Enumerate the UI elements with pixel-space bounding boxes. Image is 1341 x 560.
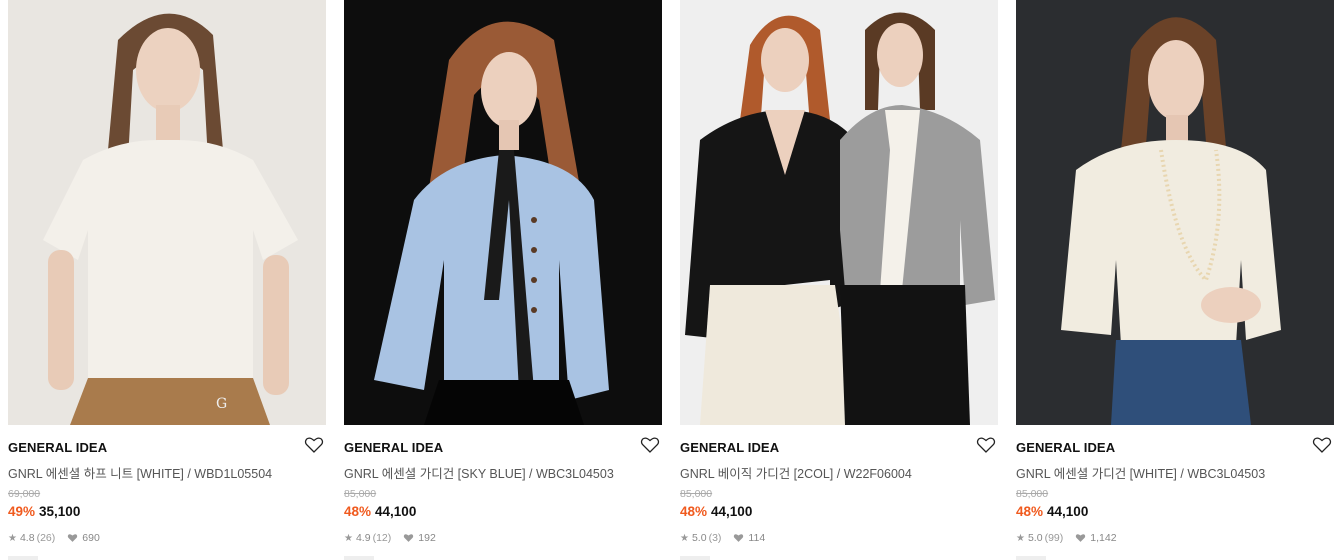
- product-name[interactable]: GNRL 에센셜 가디건 [WHITE] / WBC3L04503: [1016, 463, 1265, 482]
- review-count: (26): [36, 532, 56, 544]
- product-card[interactable]: G GENERAL IDEA GNRL 에센셜 하프 니트 [WHITE] / …: [8, 0, 326, 560]
- product-name[interactable]: GNRL 에센셜 하프 니트 [WHITE] / WBD1L05504: [8, 463, 272, 482]
- brand-name[interactable]: GENERAL IDEA: [1016, 440, 1115, 455]
- product-image[interactable]: [1016, 0, 1334, 425]
- like-count: 690: [82, 532, 100, 544]
- product-grid: G GENERAL IDEA GNRL 에센셜 하프 니트 [WHITE] / …: [0, 0, 1341, 560]
- tag-placeholder: [680, 556, 710, 560]
- product-card[interactable]: GENERAL IDEA GNRL 에센셜 가디건 [SKY BLUE] / W…: [344, 0, 662, 560]
- brand-name[interactable]: GENERAL IDEA: [344, 440, 443, 455]
- rating-value: 4.8: [19, 532, 35, 544]
- like-count: 192: [418, 532, 436, 544]
- wishlist-heart-icon[interactable]: [1312, 436, 1332, 454]
- product-meta: ★ 4.9 (12) 192: [344, 532, 436, 544]
- brand-name[interactable]: GENERAL IDEA: [680, 440, 779, 455]
- product-card[interactable]: GENERAL IDEA GNRL 베이직 가디건 [2COL] / W22F0…: [680, 0, 998, 560]
- product-meta: ★ 4.8 (26) 690: [8, 532, 100, 544]
- price-line: 48% 44,100: [1016, 504, 1088, 519]
- original-price: 85,000: [344, 488, 377, 500]
- star-icon: ★: [344, 532, 353, 544]
- rating-value: 5.0: [1027, 532, 1043, 544]
- product-name[interactable]: GNRL 에센셜 가디건 [SKY BLUE] / WBC3L04503: [344, 463, 614, 482]
- review-count: (3): [708, 532, 722, 544]
- price-line: 48% 44,100: [344, 504, 416, 519]
- brand-name[interactable]: GENERAL IDEA: [8, 440, 107, 455]
- product-meta: ★ 5.0 (99) 1,142: [1016, 532, 1117, 544]
- tag-placeholder: [1016, 556, 1046, 560]
- wishlist-heart-icon[interactable]: [640, 436, 660, 454]
- product-image[interactable]: [680, 0, 998, 425]
- review-count: (12): [372, 532, 392, 544]
- like-heart-icon: [68, 534, 78, 542]
- wishlist-heart-icon[interactable]: [304, 436, 324, 454]
- svg-text:G: G: [216, 396, 227, 412]
- sale-price: 44,100: [1047, 504, 1089, 519]
- price-line: 48% 44,100: [680, 504, 752, 519]
- product-image[interactable]: G: [8, 0, 326, 425]
- original-price: 85,000: [680, 488, 713, 500]
- discount-rate: 48%: [680, 504, 708, 519]
- tag-placeholder: [344, 556, 374, 560]
- like-heart-icon: [1076, 534, 1086, 542]
- discount-rate: 49%: [8, 504, 36, 519]
- discount-rate: 48%: [1016, 504, 1044, 519]
- star-icon: ★: [8, 532, 17, 544]
- tag-placeholder: [8, 556, 38, 560]
- price-line: 49% 35,100: [8, 504, 80, 519]
- sale-price: 35,100: [39, 504, 81, 519]
- like-heart-icon: [734, 534, 744, 542]
- star-icon: ★: [1016, 532, 1025, 544]
- wishlist-heart-icon[interactable]: [976, 436, 996, 454]
- like-count: 114: [748, 532, 766, 544]
- original-price: 69,000: [8, 488, 41, 500]
- product-image[interactable]: [344, 0, 662, 425]
- star-icon: ★: [680, 532, 689, 544]
- rating-value: 4.9: [355, 532, 371, 544]
- like-heart-icon: [404, 534, 414, 542]
- like-count: 1,142: [1090, 532, 1117, 544]
- discount-rate: 48%: [344, 504, 372, 519]
- sale-price: 44,100: [375, 504, 417, 519]
- review-count: (99): [1044, 532, 1064, 544]
- sale-price: 44,100: [711, 504, 753, 519]
- product-name[interactable]: GNRL 베이직 가디건 [2COL] / W22F06004: [680, 463, 912, 482]
- product-card[interactable]: GENERAL IDEA GNRL 에센셜 가디건 [WHITE] / WBC3…: [1016, 0, 1334, 560]
- rating-value: 5.0: [691, 532, 707, 544]
- original-price: 85,000: [1016, 488, 1049, 500]
- product-meta: ★ 5.0 (3) 114: [680, 532, 765, 544]
